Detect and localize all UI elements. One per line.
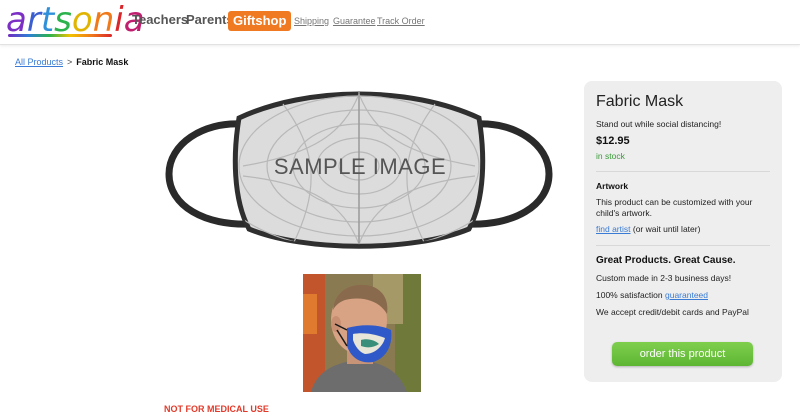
logo-letter: t [40,0,55,40]
cause-heading: Great Products. Great Cause. [596,255,736,266]
payment-text: We accept credit/debit cards and PayPal [596,307,749,317]
nav-giftshop-link[interactable]: Giftshop [228,11,292,31]
product-price: $12.95 [596,135,630,147]
product-title: Fabric Mask [596,93,684,110]
top-navigation-bar: artsonia Teachers Parents Giftshop Shipp… [0,0,800,45]
satisfaction-row: 100% satisfaction guaranteed [596,290,772,301]
stock-status: in stock [596,151,625,161]
find-artist-row: find artist (or wait until later) [596,224,772,235]
artwork-description: This product can be customized with your… [596,197,753,218]
track-order-link[interactable]: Track Order [377,16,425,26]
medical-disclaimer: NOT FOR MEDICAL USE [164,404,269,414]
breadcrumb-all-products[interactable]: All Products [15,57,63,67]
artsonia-logo[interactable]: artsonia [6,2,145,38]
order-product-button[interactable]: order this product [612,342,753,366]
breadcrumb: All Products > Fabric Mask [15,57,128,67]
guarantee-link[interactable]: Guarantee [333,16,376,26]
nav-teachers-link[interactable]: Teachers [132,12,188,27]
logo-letter: a [6,0,27,40]
logo-letter: o [71,0,93,40]
logo-letter: s [54,0,72,40]
model-photo[interactable] [303,274,421,392]
custom-made-text: Custom made in 2-3 business days! [596,273,732,283]
logo-letter: r [26,0,41,40]
breadcrumb-separator: > [67,57,73,67]
sample-image-label: SAMPLE IMAGE [273,154,447,179]
breadcrumb-current: Fabric Mask [76,57,129,67]
find-artist-link[interactable]: find artist [596,224,631,234]
logo-letter: i [114,0,124,40]
panel-divider [596,171,770,172]
shipping-link[interactable]: Shipping [294,16,329,26]
nav-parents-link[interactable]: Parents [186,12,234,27]
product-tagline: Stand out while social distancing! [596,119,722,129]
product-info-panel: Fabric Mask Stand out while social dista… [584,81,782,382]
wait-later-text: (or wait until later) [632,224,701,234]
panel-divider [596,245,770,246]
logo-underline [8,34,112,37]
satisfaction-text: 100% satisfaction [596,290,663,300]
logo-letter: n [92,0,115,40]
guaranteed-link[interactable]: guaranteed [665,290,708,300]
artwork-heading: Artwork [596,181,629,191]
